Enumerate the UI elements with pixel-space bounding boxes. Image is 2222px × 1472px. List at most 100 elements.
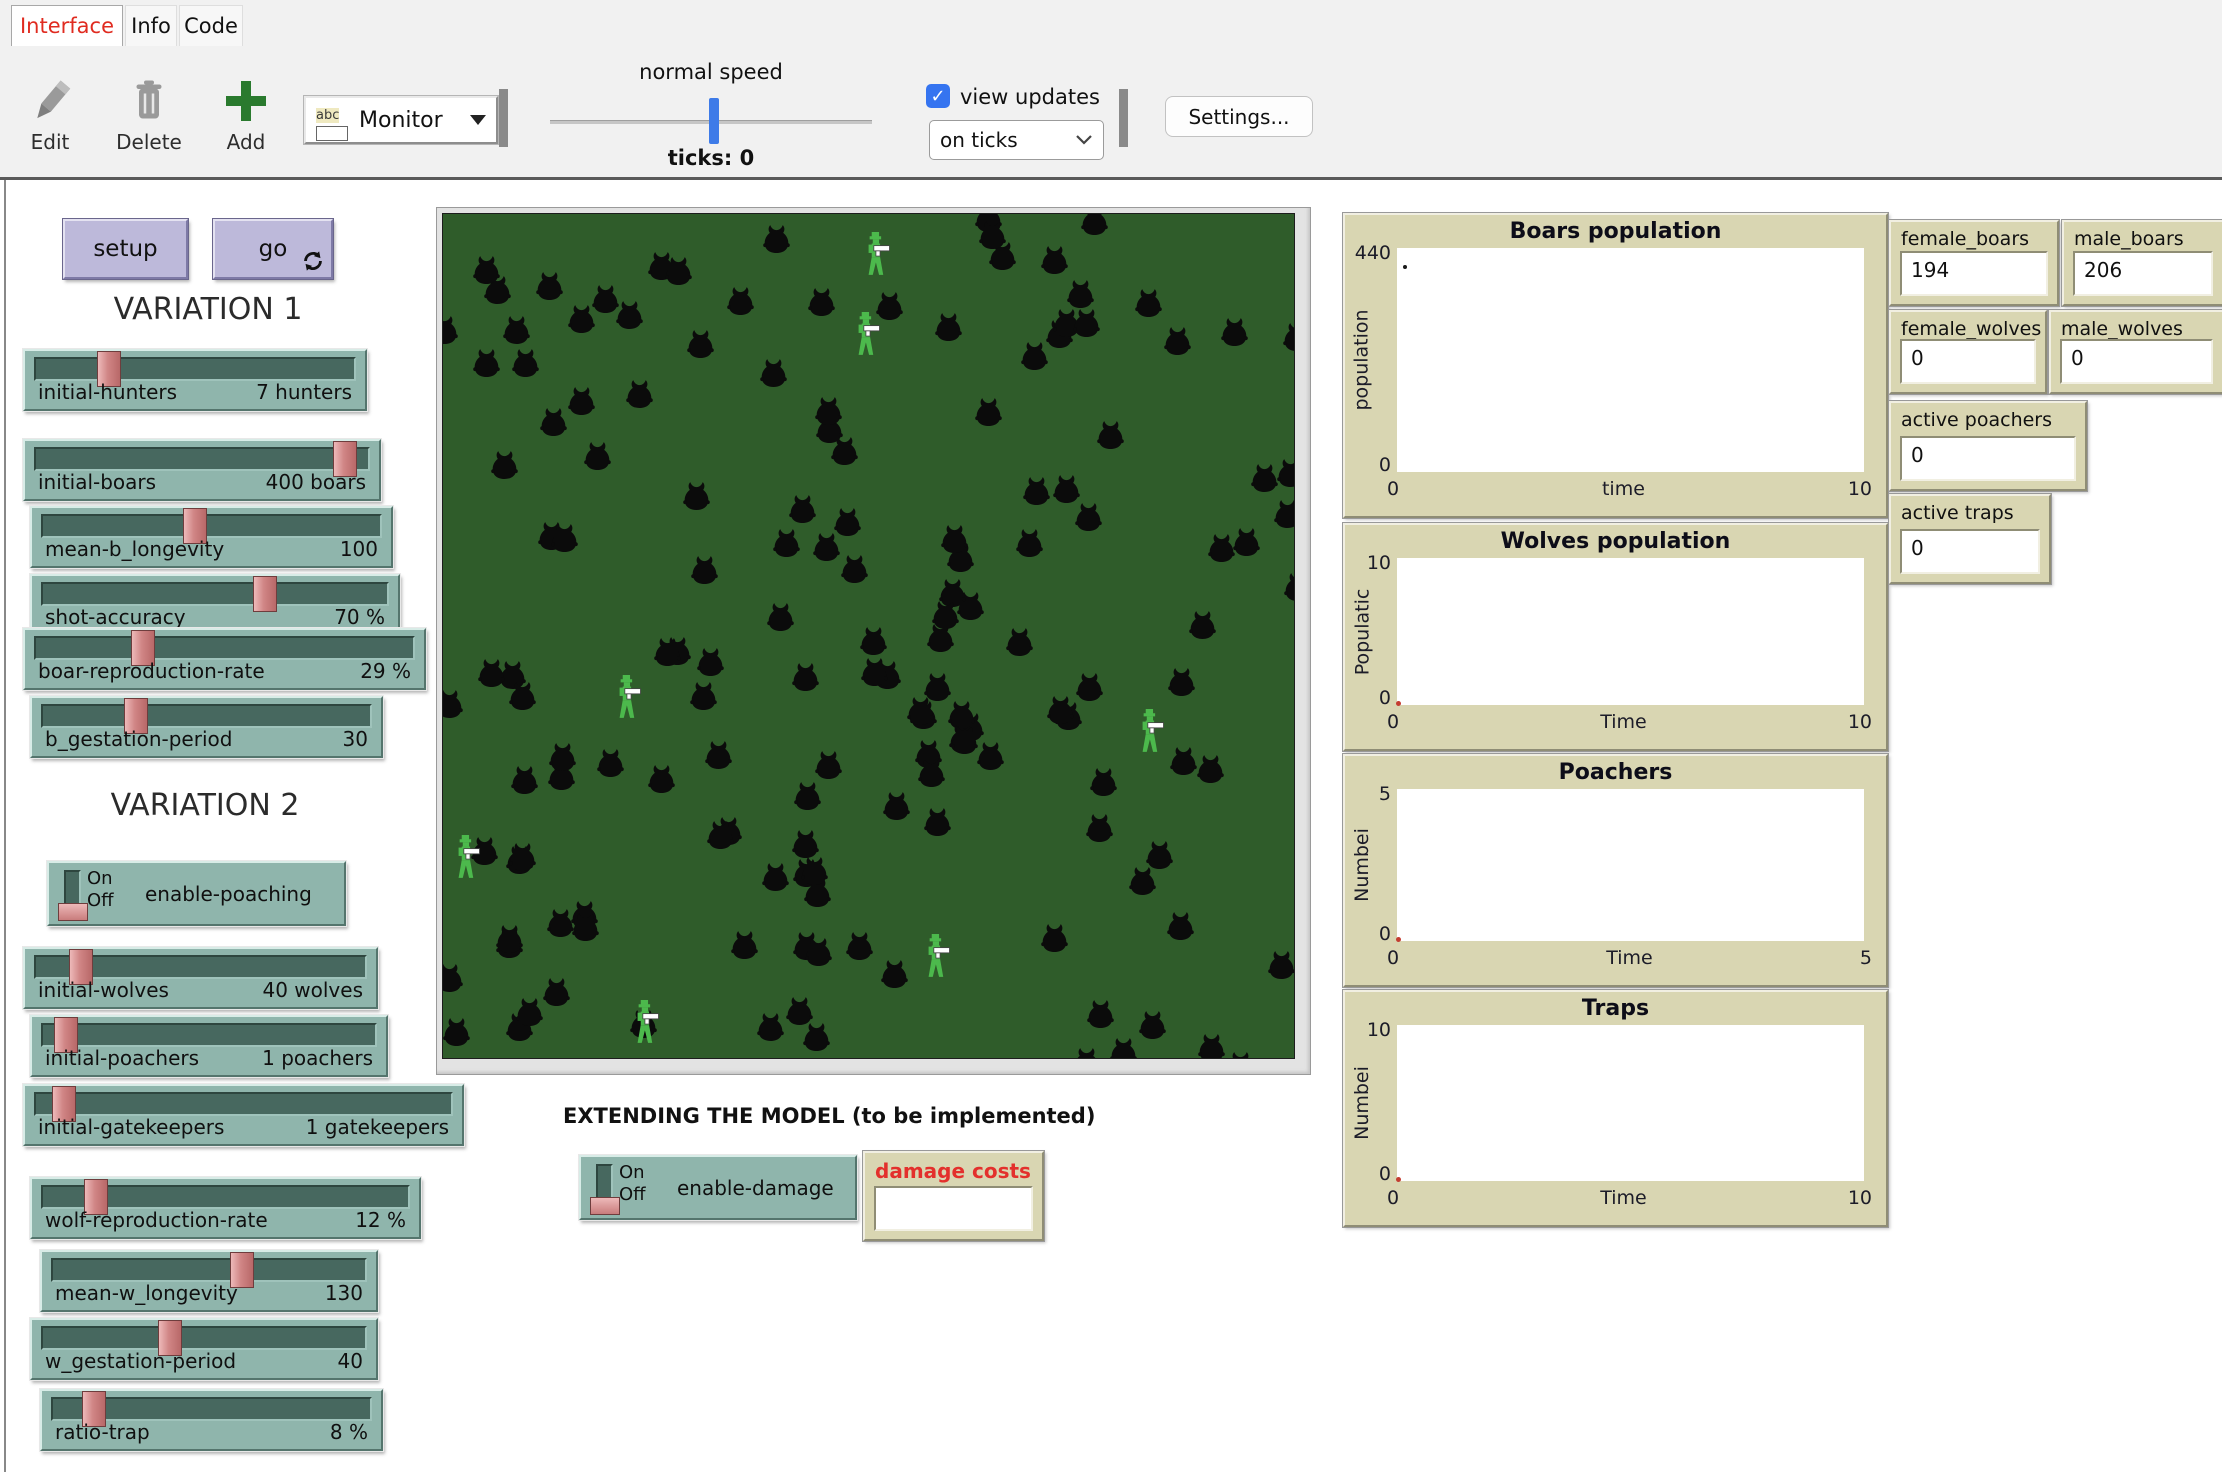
speed-slider-handle[interactable] — [709, 98, 719, 144]
go-button[interactable]: go — [213, 219, 333, 279]
speed-slider-label: normal speed — [560, 60, 862, 84]
switch-label: enable-damage — [677, 1176, 834, 1200]
tab-code[interactable]: Code — [179, 5, 243, 46]
monitor-widget-icon: abc — [316, 100, 350, 141]
switch-groove — [596, 1164, 613, 1210]
slider-groove[interactable] — [51, 1258, 367, 1282]
monitor-value — [874, 1186, 1033, 1231]
slider-b-gestation-period[interactable]: b_gestation-period 30 — [30, 696, 383, 758]
plot-xmax-tick: 10 — [1848, 711, 1872, 733]
slider-groove[interactable] — [41, 514, 382, 538]
view-updates-label: view updates — [960, 85, 1100, 109]
slider-value: 100 — [340, 537, 378, 561]
monitor-label: female_wolves — [1891, 312, 2045, 340]
slider-groove[interactable] — [34, 636, 415, 660]
check-icon: ✓ — [930, 86, 945, 107]
delete-button[interactable]: Delete — [111, 76, 187, 154]
monitor-value: 206 — [2073, 251, 2213, 296]
switch-on-label: On — [619, 1162, 645, 1183]
add-button[interactable]: Add — [208, 76, 284, 154]
slider-groove[interactable] — [34, 447, 370, 471]
world-view-frame — [436, 207, 1311, 1075]
switch-handle[interactable] — [590, 1197, 620, 1215]
chevron-down-icon — [470, 115, 486, 125]
plot-traps: Traps 10 0 Numbei 0 Time 10 — [1343, 990, 1888, 1227]
monitor-value: 0 — [1900, 339, 2036, 384]
slider-value: 8 % — [330, 1420, 368, 1444]
slider-groove[interactable] — [34, 955, 367, 979]
slider-initial-hunters[interactable]: initial-hunters 7 hunters — [23, 349, 367, 411]
switch-enable-poaching[interactable]: On Off enable-poaching — [47, 861, 346, 926]
plot-xmin-tick: 0 — [1387, 711, 1399, 733]
slider-initial-gatekeepers[interactable]: initial-gatekeepers 1 gatekeepers — [23, 1084, 464, 1146]
slider-label: w_gestation-period — [45, 1349, 236, 1373]
plot-poachers: Poachers 5 0 Numbei 0 Time 5 — [1343, 754, 1888, 987]
toolbar: Edit Delete Add — [0, 46, 2222, 177]
slider-groove[interactable] — [41, 582, 389, 606]
plot-xmin-tick: 0 — [1387, 947, 1399, 969]
slider-groove[interactable] — [51, 1397, 372, 1421]
setup-button[interactable]: setup — [63, 219, 188, 279]
plot-xmax-tick: 5 — [1860, 947, 1872, 969]
slider-shot-accuracy[interactable]: shot-accuracy 70 % — [30, 574, 400, 636]
slider-groove[interactable] — [34, 1092, 453, 1116]
slider-value: 29 % — [360, 659, 411, 683]
monitor-active-traps: active traps 0 — [1889, 494, 2051, 584]
slider-value: 30 — [343, 727, 368, 751]
extending-model-note: EXTENDING THE MODEL (to be implemented) — [563, 1104, 1095, 1128]
forever-icon — [302, 250, 324, 272]
plot-xlabel: Time — [1600, 711, 1647, 733]
monitor-value: 0 — [1900, 436, 2076, 481]
slider-wolf-reproduction-rate[interactable]: wolf-reproduction-rate 12 % — [30, 1177, 421, 1239]
view-updates-checkbox[interactable]: ✓ — [926, 84, 950, 108]
add-label: Add — [227, 130, 266, 154]
window-left-border — [4, 180, 6, 1472]
update-mode-dropdown[interactable]: on ticks — [929, 120, 1104, 160]
monitor-value: 0 — [2060, 339, 2213, 384]
slider-initial-boars[interactable]: initial-boars 400 boars — [23, 439, 381, 501]
slider-value: 70 % — [334, 605, 385, 629]
plot-title: Traps — [1345, 996, 1886, 1021]
switch-enable-damage[interactable]: On Off enable-damage — [579, 1155, 857, 1220]
world-view[interactable] — [442, 213, 1295, 1059]
slider-groove[interactable] — [34, 357, 356, 381]
go-button-label: go — [259, 236, 288, 262]
settings-button[interactable]: Settings... — [1165, 96, 1313, 137]
ticks-counter: ticks: 0 — [560, 146, 862, 170]
switch-off-label: Off — [87, 890, 114, 911]
slider-mean-w-longevity[interactable]: mean-w_longevity 130 — [40, 1250, 378, 1312]
slider-initial-poachers[interactable]: initial-poachers 1 poachers — [30, 1015, 388, 1077]
plot-title: Boars population — [1345, 219, 1886, 244]
tab-info[interactable]: Info — [125, 5, 177, 46]
switch-handle[interactable] — [58, 903, 88, 921]
slider-label: initial-wolves — [38, 978, 169, 1002]
plot-title: Wolves population — [1345, 529, 1886, 554]
slider-groove[interactable] — [41, 704, 372, 728]
slider-ratio-trap[interactable]: ratio-trap 8 % — [40, 1389, 383, 1451]
edit-button[interactable]: Edit — [12, 76, 88, 154]
slider-groove[interactable] — [41, 1023, 377, 1047]
slider-mean-b-longevity[interactable]: mean-b_longevity 100 — [30, 506, 393, 568]
monitor-value: 0 — [1900, 529, 2040, 574]
tab-interface[interactable]: Interface — [11, 5, 123, 46]
slider-groove[interactable] — [41, 1326, 367, 1350]
widget-chooser-dropdown[interactable]: abc Monitor — [304, 96, 498, 144]
monitor-male-wolves: male_wolves 0 — [2049, 310, 2222, 394]
plot-pen-dot — [1396, 1177, 1401, 1182]
slider-value: 400 boars — [266, 470, 366, 494]
plot-xlabel: time — [1602, 478, 1645, 500]
slider-value: 7 hunters — [256, 380, 352, 404]
slider-groove[interactable] — [41, 1185, 410, 1209]
variation-1-heading: VARIATION 1 — [60, 292, 356, 327]
slider-boar-reproduction-rate[interactable]: boar-reproduction-rate 29 % — [23, 628, 426, 690]
slider-w-gestation-period[interactable]: w_gestation-period 40 — [30, 1318, 378, 1380]
plot-xlabel: Time — [1600, 1187, 1647, 1209]
plot-area — [1397, 1025, 1864, 1181]
plot-ylabel: Populatic — [1349, 558, 1375, 705]
slider-label: mean-b_longevity — [45, 537, 224, 561]
slider-value: 40 — [338, 1349, 363, 1373]
slider-label: mean-w_longevity — [55, 1281, 238, 1305]
plot-ylabel: Numbei — [1349, 789, 1375, 941]
slider-initial-wolves[interactable]: initial-wolves 40 wolves — [23, 947, 378, 1009]
delete-label: Delete — [116, 130, 182, 154]
